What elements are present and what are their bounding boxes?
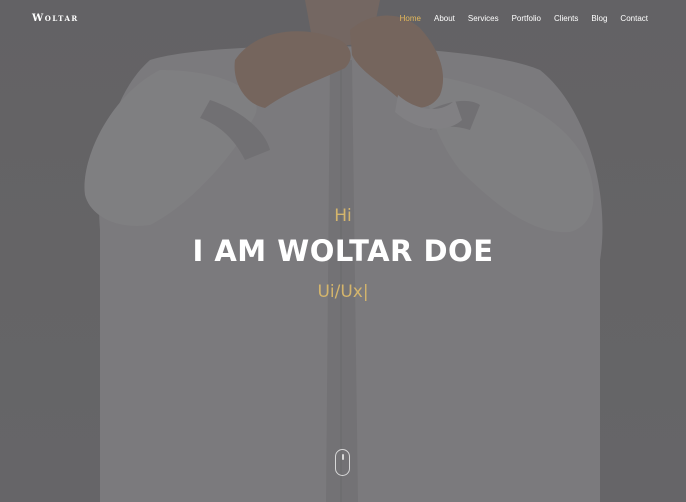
brand-logo[interactable]: Woltar [32, 13, 79, 24]
top-navbar: Woltar Home About Services Portfolio Cli… [0, 0, 686, 38]
hero-role-typed: Ui/Ux| [317, 282, 369, 302]
mouse-scroll-icon[interactable] [335, 449, 350, 476]
nav-item-home[interactable]: Home [400, 14, 421, 23]
nav-item-blog[interactable]: Blog [591, 14, 607, 23]
nav-item-contact[interactable]: Contact [620, 14, 648, 23]
hero-greeting: Hi [334, 206, 352, 226]
nav-item-services[interactable]: Services [468, 14, 499, 23]
nav-item-portfolio[interactable]: Portfolio [512, 14, 541, 23]
nav-item-clients[interactable]: Clients [554, 14, 578, 23]
nav-item-about[interactable]: About [434, 14, 455, 23]
main-nav-menu: Home About Services Portfolio Clients Bl… [400, 14, 648, 23]
mouse-wheel-icon [342, 454, 344, 460]
hero-title: I AM WOLTAR DOE [192, 234, 494, 268]
